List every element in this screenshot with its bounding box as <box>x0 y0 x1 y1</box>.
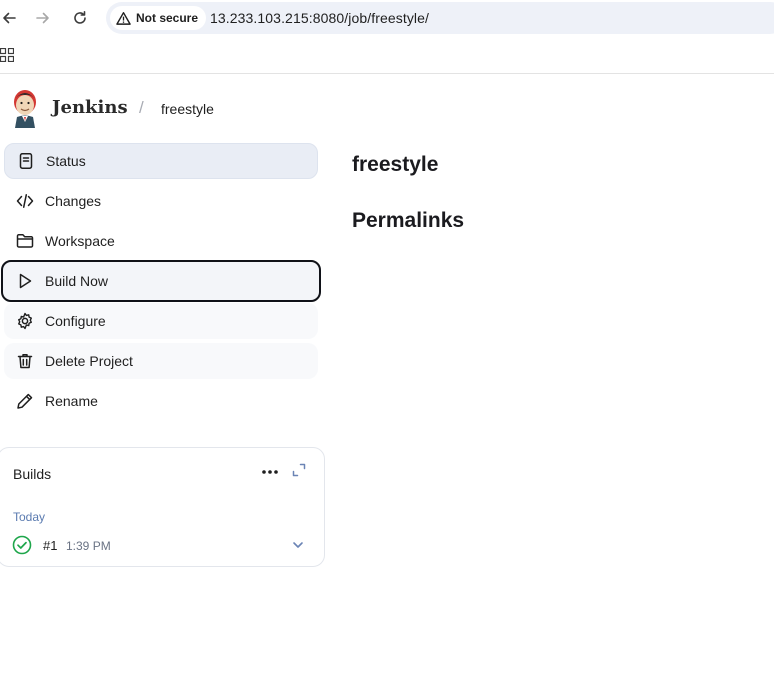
warning-triangle-icon <box>116 11 131 25</box>
document-icon <box>16 151 36 171</box>
sidebar-item-build-now[interactable]: Build Now <box>1 260 321 302</box>
build-time: 1:39 PM <box>66 539 111 553</box>
gear-icon <box>15 311 35 331</box>
sidebar-item-workspace[interactable]: Workspace <box>4 223 318 259</box>
sidebar-item-label: Changes <box>45 193 102 209</box>
sidebar-item-label: Rename <box>45 393 98 409</box>
back-arrow-icon <box>3 12 16 24</box>
bookmarks-bar <box>0 36 774 74</box>
builds-title: Builds <box>13 466 52 482</box>
sidebar-item-label: Status <box>46 153 86 169</box>
apps-grid-icon[interactable] <box>0 48 14 62</box>
url-text[interactable]: 13.233.103.215:8080/job/freestyle/ <box>210 10 429 26</box>
success-check-icon <box>12 535 32 555</box>
sidebar-item-delete-project[interactable]: Delete Project <box>4 343 318 379</box>
breadcrumb-job[interactable]: freestyle <box>161 101 214 117</box>
jenkins-header: Jenkins / freestyle <box>0 76 774 140</box>
sidebar-item-label: Configure <box>45 313 106 329</box>
builds-card: Builds Today #1 1:39 PM <box>0 447 325 567</box>
play-icon <box>15 271 35 291</box>
security-label: Not secure <box>136 11 199 25</box>
forward-button[interactable] <box>32 7 54 29</box>
sidebar-item-label: Build Now <box>45 273 109 289</box>
sidebar-item-label: Delete Project <box>45 353 133 369</box>
address-bar[interactable]: Not secure 13.233.103.215:8080/job/frees… <box>106 2 774 34</box>
permalinks-heading: Permalinks <box>352 209 465 232</box>
jenkins-butler-logo[interactable] <box>10 88 40 128</box>
sidebar-item-label: Workspace <box>45 233 115 249</box>
sidebar-item-status[interactable]: Status <box>4 143 318 179</box>
folder-icon <box>15 231 35 251</box>
more-horizontal-icon <box>262 470 278 474</box>
sidebar-item-changes[interactable]: Changes <box>4 183 318 219</box>
builds-day-heading: Today <box>13 510 46 524</box>
pencil-icon <box>15 391 35 411</box>
jenkins-brand[interactable]: Jenkins <box>52 97 128 118</box>
build-number[interactable]: #1 <box>43 538 57 553</box>
expand-icon[interactable] <box>291 462 307 478</box>
reload-button[interactable] <box>69 7 91 29</box>
chevron-down-icon[interactable] <box>291 538 305 552</box>
breadcrumb-separator: / <box>139 98 144 117</box>
back-button[interactable] <box>0 7 20 29</box>
builds-more-button[interactable] <box>259 461 281 483</box>
trash-icon <box>15 351 35 371</box>
security-chip[interactable]: Not secure <box>110 6 207 30</box>
sidebar-item-configure[interactable]: Configure <box>4 303 318 339</box>
page-title: freestyle <box>352 153 439 176</box>
reload-icon <box>74 11 86 24</box>
build-row[interactable]: #1 1:39 PM <box>10 534 310 556</box>
browser-toolbar: Not secure 13.233.103.215:8080/job/frees… <box>0 0 774 36</box>
code-icon <box>15 191 35 211</box>
sidebar-item-rename[interactable]: Rename <box>4 383 318 419</box>
forward-arrow-icon <box>36 12 49 24</box>
